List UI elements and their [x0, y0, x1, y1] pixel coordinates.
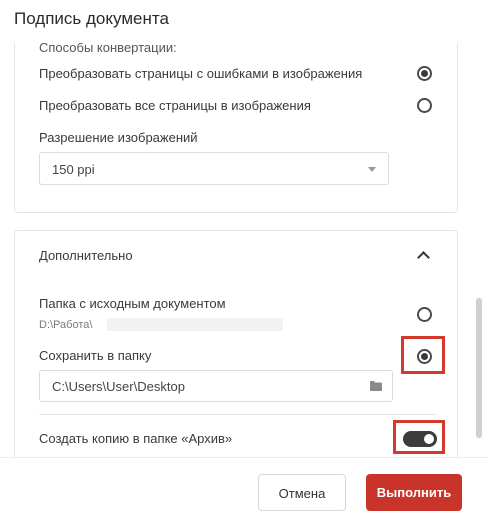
source-folder-radio[interactable]: [417, 307, 432, 322]
section-divider: [39, 414, 437, 415]
folder-icon[interactable]: [370, 381, 382, 391]
source-folder-label[interactable]: Папка с исходным документом: [39, 296, 226, 311]
additional-header: Дополнительно: [39, 248, 133, 263]
dialog-title: Подпись документа: [14, 9, 169, 28]
option-errors-radio[interactable]: [417, 66, 432, 81]
archive-toggle-highlight: [393, 420, 445, 454]
option-all-label[interactable]: Преобразовать все страницы в изображения: [39, 98, 311, 113]
save-path-field[interactable]: C:\Users\User\Desktop: [39, 370, 393, 402]
footer-divider: [0, 457, 488, 458]
scrollbar-thumb[interactable]: [476, 298, 482, 438]
save-to-folder-highlight: [401, 336, 445, 374]
conversion-section-label: Способы конвертации:: [39, 43, 177, 55]
archive-copy-label[interactable]: Создать копию в папке «Архив»: [39, 431, 232, 446]
chevron-up-icon[interactable]: [417, 251, 430, 264]
sign-document-dialog: Подпись документа Способы конвертации: П…: [0, 0, 488, 523]
option-errors-label[interactable]: Преобразовать страницы с ошибками в изоб…: [39, 66, 362, 81]
option-all-radio[interactable]: [417, 98, 432, 113]
additional-card: Дополнительно Папка с исходным документо…: [14, 230, 458, 457]
resolution-select[interactable]: 150 ppi: [39, 152, 389, 185]
save-path-value: C:\Users\User\Desktop: [52, 379, 185, 394]
conversion-card: Способы конвертации: Преобразовать стран…: [14, 43, 458, 213]
cancel-button[interactable]: Отмена: [258, 474, 346, 511]
resolution-label: Разрешение изображений: [39, 130, 198, 145]
source-folder-path: D:\Работа\: [39, 319, 93, 331]
resolution-value: 150 ppi: [52, 162, 95, 177]
save-to-folder-label[interactable]: Сохранить в папку: [39, 348, 151, 363]
dialog-scroll-area[interactable]: Способы конвертации: Преобразовать стран…: [0, 43, 488, 457]
execute-button[interactable]: Выполнить: [366, 474, 462, 511]
caret-down-icon: [368, 167, 376, 172]
redacted-path: [107, 318, 283, 331]
